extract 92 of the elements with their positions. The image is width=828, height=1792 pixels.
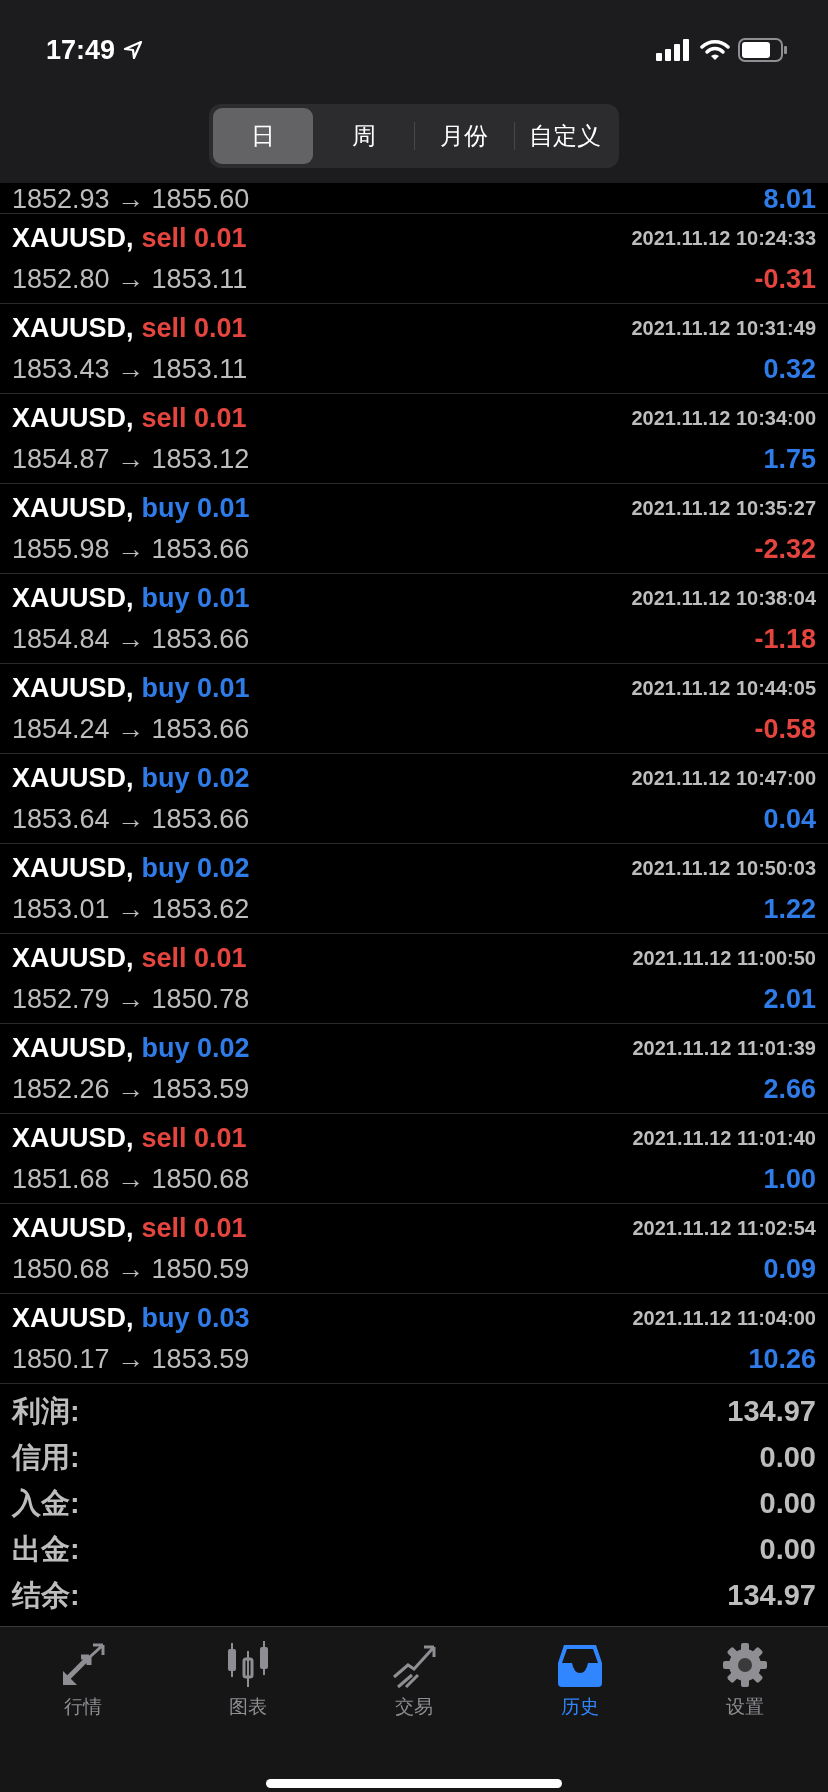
summary-label: 入金:	[12, 1486, 80, 1522]
trade-time: 2021.11.12 11:00:50	[632, 946, 816, 972]
trade-time: 2021.11.12 10:34:00	[631, 406, 816, 432]
order-label: sell 0.01	[141, 222, 247, 255]
symbol-label: XAUUSD,	[12, 492, 134, 525]
summary-label: 信用:	[12, 1440, 80, 1476]
profit-value: 1.75	[763, 442, 816, 476]
profit-value: -0.31	[754, 262, 816, 296]
price-range: 1853.43 → 1853.11	[12, 352, 248, 386]
profit-value: 1.00	[763, 1162, 816, 1196]
order-label: sell 0.01	[141, 942, 247, 975]
symbol-label: XAUUSD,	[12, 222, 134, 255]
trade-time: 2021.11.12 10:31:49	[631, 316, 816, 342]
profit-value: -1.18	[754, 622, 816, 656]
price-range: 1852.93 → 1855.60	[12, 186, 250, 213]
price-range: 1850.68 → 1850.59	[12, 1252, 250, 1286]
summary-value: 0.00	[759, 1532, 816, 1568]
profit-value: 0.04	[763, 802, 816, 836]
order-label: sell 0.01	[141, 1122, 247, 1155]
profit-value: -0.58	[754, 712, 816, 746]
profit-value: -2.32	[754, 532, 816, 566]
symbol-label: XAUUSD,	[12, 762, 134, 795]
symbol-label: XAUUSD,	[12, 582, 134, 615]
tab-bar-item[interactable]: 图表	[165, 1627, 332, 1723]
status-time: 17:49	[46, 33, 116, 67]
order-label: buy 0.02	[141, 762, 250, 795]
price-range: 1852.26 → 1853.59	[12, 1072, 250, 1106]
price-range: 1854.24 → 1853.66	[12, 712, 250, 746]
symbol-label: XAUUSD,	[12, 942, 134, 975]
symbol-label: XAUUSD,	[12, 1302, 134, 1335]
order-label: sell 0.01	[141, 312, 247, 345]
tab-bar-item[interactable]: 交易	[331, 1627, 497, 1723]
order-label: buy 0.01	[141, 582, 250, 615]
symbol-label: XAUUSD,	[12, 1122, 134, 1155]
summary-label: 利润:	[12, 1394, 80, 1430]
period-tab[interactable]: 自定义	[515, 108, 615, 164]
trade-time: 2021.11.12 10:38:04	[631, 586, 816, 612]
tab-bar-item[interactable]: 设置	[662, 1627, 828, 1723]
period-tab[interactable]: 日	[213, 108, 313, 164]
order-label: sell 0.01	[141, 402, 247, 435]
symbol-label: XAUUSD,	[12, 672, 134, 705]
profit-value: 8.01	[763, 186, 816, 213]
trade-time: 2021.11.12 11:04:00	[632, 1306, 816, 1332]
symbol-label: XAUUSD,	[12, 1032, 134, 1065]
battery-icon	[738, 38, 788, 62]
summary-value: 0.00	[759, 1440, 816, 1476]
symbol-label: XAUUSD,	[12, 402, 134, 435]
summary-value: 134.97	[727, 1578, 816, 1614]
wifi-icon	[700, 39, 730, 61]
period-tab[interactable]: 月份	[414, 108, 515, 164]
price-range: 1853.64 → 1853.66	[12, 802, 250, 836]
price-range: 1854.84 → 1853.66	[12, 622, 250, 656]
tab-bar-item[interactable]: 历史	[496, 1627, 663, 1723]
trade-time: 2021.11.12 10:24:33	[631, 226, 816, 252]
trade-time: 2021.11.12 11:01:39	[632, 1036, 816, 1062]
summary-value: 0.00	[759, 1486, 816, 1522]
symbol-label: XAUUSD,	[12, 852, 134, 885]
order-label: buy 0.02	[141, 852, 250, 885]
trade-time: 2021.11.12 11:01:40	[632, 1126, 816, 1152]
profit-value: 1.22	[763, 892, 816, 926]
trade-time: 2021.11.12 10:50:03	[631, 856, 816, 882]
price-range: 1852.79 → 1850.78	[12, 982, 250, 1016]
profit-value: 0.32	[763, 352, 816, 386]
price-range: 1851.68 → 1850.68	[12, 1162, 250, 1196]
trade-time: 2021.11.12 10:44:05	[631, 676, 816, 702]
settings-icon	[721, 1641, 770, 1689]
price-range: 1850.17 → 1853.59	[12, 1342, 250, 1376]
order-label: buy 0.03	[141, 1302, 250, 1335]
period-tab[interactable]: 周	[313, 108, 414, 164]
signal-icon	[656, 39, 692, 61]
summary-value: 134.97	[727, 1394, 816, 1430]
order-label: buy 0.01	[141, 492, 250, 525]
symbol-label: XAUUSD,	[12, 1212, 134, 1245]
order-label: sell 0.01	[141, 1212, 247, 1245]
tab-bar-item[interactable]: 行情	[0, 1627, 166, 1723]
summary-label: 结余:	[12, 1578, 80, 1614]
profit-value: 2.66	[763, 1072, 816, 1106]
profit-value: 0.09	[763, 1252, 816, 1286]
trade-time: 2021.11.12 10:35:27	[631, 496, 816, 522]
trade-time: 2021.11.12 10:47:00	[631, 766, 816, 792]
location-icon	[123, 40, 144, 60]
trade-time: 2021.11.12 11:02:54	[632, 1216, 816, 1242]
summary-label: 出金:	[12, 1532, 80, 1568]
order-label: buy 0.02	[141, 1032, 250, 1065]
profit-value: 10.26	[748, 1342, 816, 1376]
price-range: 1855.98 → 1853.66	[12, 532, 250, 566]
price-range: 1854.87 → 1853.12	[12, 442, 250, 476]
profit-value: 2.01	[763, 982, 816, 1016]
order-label: buy 0.01	[141, 672, 250, 705]
symbol-label: XAUUSD,	[12, 312, 134, 345]
price-range: 1852.80 → 1853.11	[12, 262, 248, 296]
price-range: 1853.01 → 1853.62	[12, 892, 250, 926]
